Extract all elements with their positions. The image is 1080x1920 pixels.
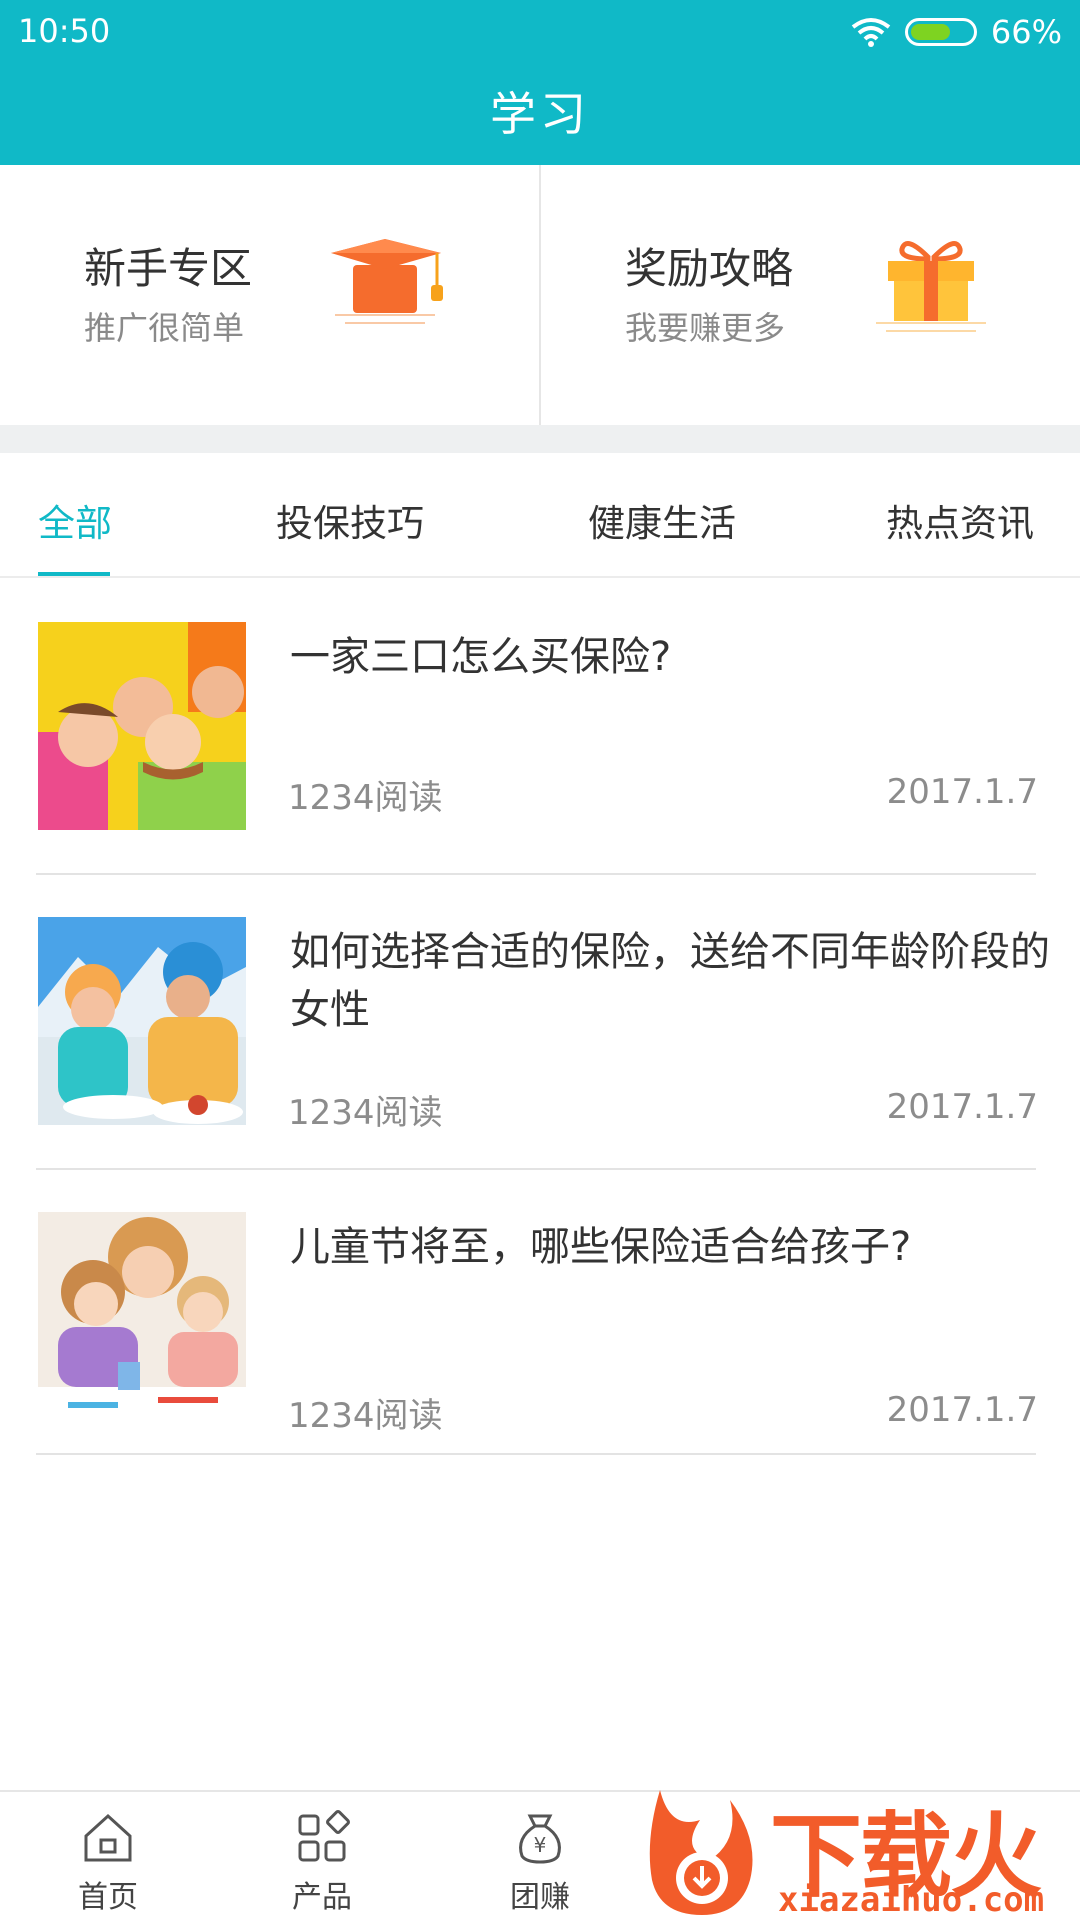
feature-cards: 新手专区 推广很简单 奖励攻略 我要赚更多	[0, 165, 1080, 425]
article-thumbnail	[38, 622, 246, 830]
tab-all[interactable]: 全部	[38, 493, 112, 547]
article-thumbnail	[38, 917, 246, 1125]
graduation-cap-icon	[331, 239, 443, 324]
feature-title: 奖励攻略	[625, 244, 794, 293]
tab-insurance-tips[interactable]: 投保技巧	[276, 493, 424, 547]
grid-icon	[298, 1810, 350, 1862]
watermark-logo: 下载火 xiazaihuo.com	[640, 1780, 1080, 1920]
feature-newbie-zone[interactable]: 新手专区 推广很简单	[0, 165, 539, 425]
status-indicators: 66%	[851, 12, 1062, 52]
nav-label: 产品	[292, 1880, 352, 1915]
article-title: 如何选择合适的保险，送给不同年龄阶段的女性	[290, 929, 1050, 1033]
home-icon	[84, 1813, 132, 1862]
article-read-count: 1234阅读	[288, 778, 443, 818]
feature-title: 新手专区	[84, 244, 253, 293]
feature-subtitle: 推广很简单	[84, 309, 245, 347]
status-time: 10:50	[18, 12, 111, 50]
divider	[36, 1453, 1036, 1455]
article-date: 2017.1.7	[886, 1087, 1038, 1127]
feature-reward-guide[interactable]: 奖励攻略 我要赚更多	[539, 165, 1080, 425]
article-title: 儿童节将至，哪些保险适合给孩子?	[290, 1224, 912, 1270]
article-date: 2017.1.7	[886, 772, 1038, 812]
svg-text:¥: ¥	[534, 1833, 547, 1857]
article-item[interactable]: 如何选择合适的保险，送给不同年龄阶段的女性 1234阅读 2017.1.7	[0, 875, 1080, 1170]
tab-healthy-living[interactable]: 健康生活	[588, 493, 736, 547]
article-item[interactable]: 儿童节将至，哪些保险适合给孩子? 1234阅读 2017.1.7	[0, 1170, 1080, 1455]
nav-team-earn[interactable]: ¥ 团赚	[480, 1810, 600, 1916]
page-title: 学习	[490, 87, 590, 141]
gift-box-icon	[876, 241, 986, 332]
article-thumbnail	[38, 1212, 246, 1420]
article-item[interactable]: 一家三口怎么买保险? 1234阅读 2017.1.7	[0, 580, 1080, 875]
active-tab-indicator	[38, 572, 110, 576]
article-date: 2017.1.7	[886, 1390, 1038, 1430]
wifi-icon	[851, 18, 891, 47]
money-bag-icon: ¥	[519, 1814, 561, 1864]
category-tabs: 全部 投保技巧 健康生活 热点资讯	[0, 453, 1080, 578]
section-separator	[0, 425, 1080, 453]
nav-products[interactable]: 产品	[262, 1810, 382, 1916]
article-title: 一家三口怎么买保险?	[290, 634, 672, 680]
flame-logo-icon	[649, 1790, 753, 1915]
battery-icon	[904, 18, 977, 46]
article-read-count: 1234阅读	[288, 1396, 443, 1436]
tab-hot-news[interactable]: 热点资讯	[886, 493, 1034, 547]
feature-subtitle: 我要赚更多	[625, 309, 786, 347]
nav-home[interactable]: 首页	[48, 1810, 168, 1916]
article-read-count: 1234阅读	[288, 1093, 443, 1133]
watermark-url: xiazaihuo.com	[778, 1880, 1045, 1920]
nav-label: 首页	[78, 1880, 138, 1915]
nav-label: 团赚	[510, 1880, 570, 1915]
battery-percent: 66%	[990, 13, 1062, 51]
title-bar: 10:50 66% 学习	[0, 0, 1080, 165]
